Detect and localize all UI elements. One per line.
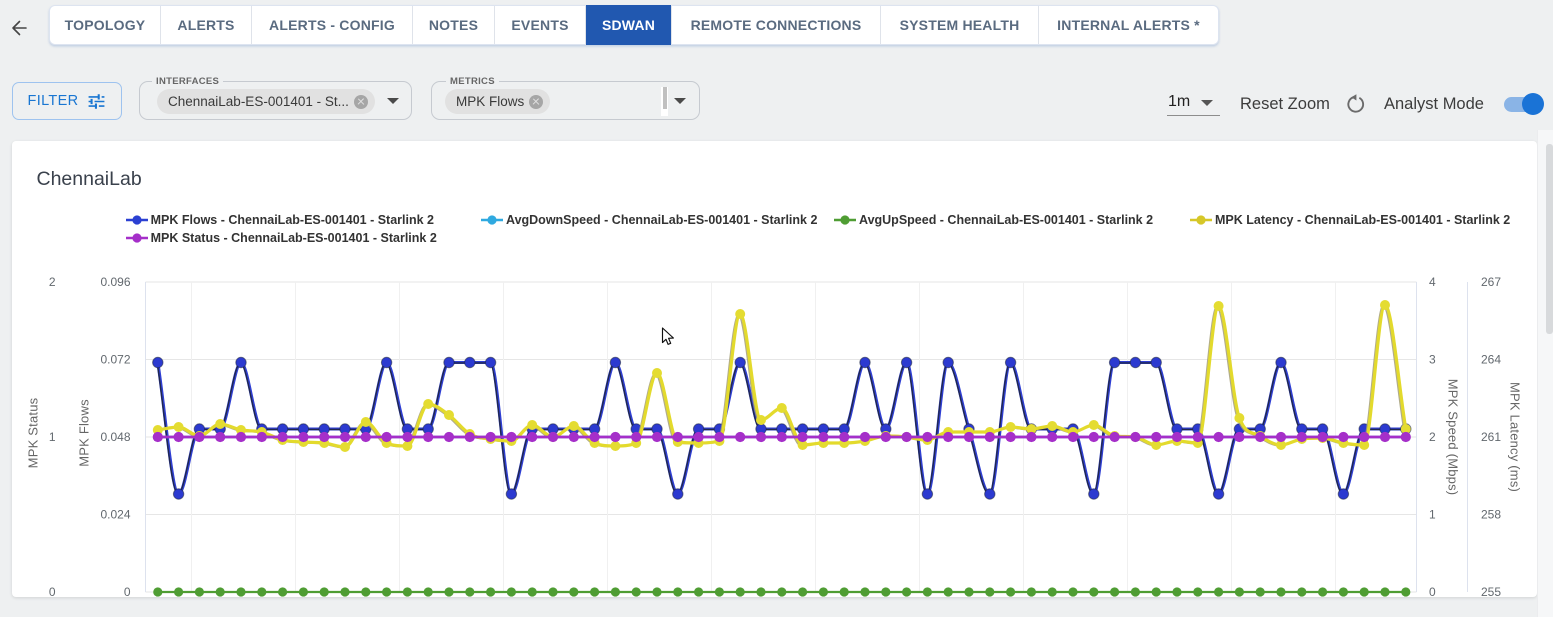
- svg-text:0.072: 0.072: [100, 353, 130, 367]
- svg-text:0: 0: [124, 585, 131, 597]
- svg-text:3: 3: [1429, 353, 1436, 367]
- svg-text:2: 2: [1429, 430, 1436, 444]
- svg-text:261: 261: [1481, 430, 1501, 444]
- svg-text:0: 0: [1429, 585, 1436, 597]
- svg-text:1: 1: [1429, 508, 1436, 522]
- svg-text:MPK Latency (ms): MPK Latency (ms): [1508, 382, 1523, 492]
- svg-text:MPK Status: MPK Status: [26, 397, 41, 468]
- svg-text:1: 1: [49, 430, 56, 444]
- svg-text:267: 267: [1481, 275, 1501, 289]
- svg-text:264: 264: [1481, 353, 1501, 367]
- svg-text:0.048: 0.048: [100, 430, 130, 444]
- svg-text:MPK Flows: MPK Flows: [77, 399, 92, 467]
- svg-text:258: 258: [1481, 508, 1501, 522]
- svg-text:0.096: 0.096: [100, 275, 130, 289]
- svg-text:4: 4: [1429, 275, 1436, 289]
- svg-text:0: 0: [49, 585, 56, 597]
- svg-text:0.024: 0.024: [100, 508, 130, 522]
- svg-text:255: 255: [1481, 585, 1501, 597]
- svg-text:2: 2: [49, 275, 56, 289]
- svg-text:MPK Speed (Mbps): MPK Speed (Mbps): [1446, 379, 1461, 496]
